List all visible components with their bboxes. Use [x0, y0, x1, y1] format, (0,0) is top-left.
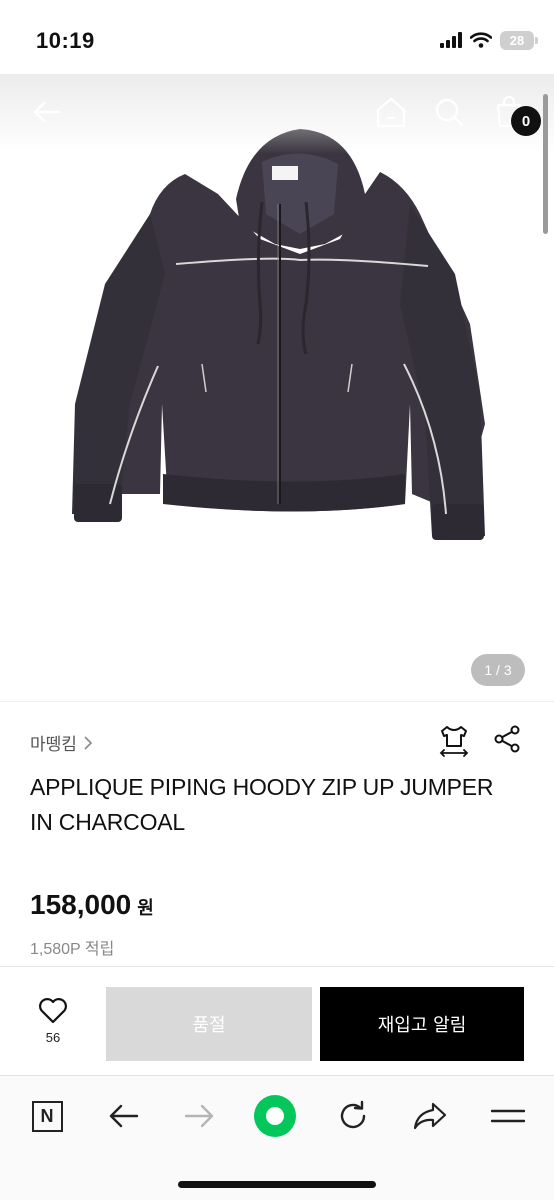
- chevron-right-icon: [84, 735, 93, 750]
- home-indicator: [178, 1181, 376, 1188]
- section-divider: [0, 966, 554, 967]
- search-button[interactable]: [431, 94, 467, 130]
- browser-toolbar: N: [0, 1075, 554, 1200]
- arrow-left-icon: [109, 1104, 139, 1128]
- browser-back-button[interactable]: [101, 1094, 145, 1138]
- like-button[interactable]: 56: [30, 997, 76, 1045]
- browser-share-button[interactable]: [408, 1094, 452, 1138]
- arrow-right-icon: [184, 1104, 214, 1128]
- battery-icon: 28: [500, 30, 538, 50]
- home-icon: [376, 97, 406, 128]
- purchase-bar: 56 품절 재입고 알림: [0, 975, 554, 1075]
- brand-name: 마뗑킴: [30, 735, 77, 754]
- brand-link[interactable]: 마뗑킴: [30, 730, 93, 755]
- browser-forward-button[interactable]: [178, 1094, 222, 1138]
- like-count: 56: [45, 1030, 61, 1045]
- reward-points: 1,580P 적립: [30, 941, 115, 958]
- naver-home-icon: N: [31, 1100, 63, 1132]
- gallery-page-indicator: 1 / 3: [471, 654, 525, 686]
- header-gradient: [0, 74, 554, 154]
- status-icons: 28: [440, 29, 538, 51]
- forward-share-icon: [413, 1102, 447, 1130]
- status-time: 10:19: [36, 28, 95, 53]
- page-scrollbar: [543, 94, 548, 234]
- product-title: APPLIQUE PIPING HOODY ZIP UP JUMPER IN C…: [30, 774, 494, 835]
- size-guide-icon[interactable]: [438, 724, 470, 758]
- menu-icon: [491, 1109, 525, 1123]
- green-dot-button[interactable]: [253, 1094, 297, 1138]
- back-button[interactable]: [28, 94, 64, 130]
- naver-home-button[interactable]: N: [25, 1094, 69, 1138]
- product-info: 마뗑킴 APPLIQUE PIPING HOODY ZIP UP JUMPER …: [0, 701, 554, 967]
- heart-icon: [39, 998, 67, 1024]
- soldout-button[interactable]: 품절: [106, 987, 312, 1061]
- price-currency: 원: [137, 898, 154, 918]
- status-bar: 10:19 28: [0, 0, 554, 74]
- product-actions: [438, 724, 522, 758]
- wifi-icon: [470, 32, 492, 48]
- naver-home-label: N: [40, 1105, 54, 1126]
- back-arrow-icon: [33, 101, 61, 123]
- price-row: 158,000 원: [30, 889, 154, 921]
- product-image: [72, 129, 485, 540]
- browser-menu-button[interactable]: [486, 1094, 530, 1138]
- refresh-button[interactable]: [331, 1094, 375, 1138]
- cart-count-badge: 0: [511, 106, 541, 136]
- restock-notify-button[interactable]: 재입고 알림: [320, 987, 524, 1061]
- refresh-icon: [340, 1100, 366, 1129]
- battery-level: 28: [509, 32, 525, 48]
- home-button[interactable]: [373, 94, 409, 130]
- share-icon[interactable]: [492, 724, 522, 754]
- cellular-signal-icon: [440, 32, 462, 48]
- green-dot-icon: [254, 1095, 296, 1137]
- search-icon: [435, 98, 464, 127]
- product-price: 158,000: [30, 889, 132, 920]
- product-image-gallery[interactable]: 0 1 / 3: [0, 74, 554, 701]
